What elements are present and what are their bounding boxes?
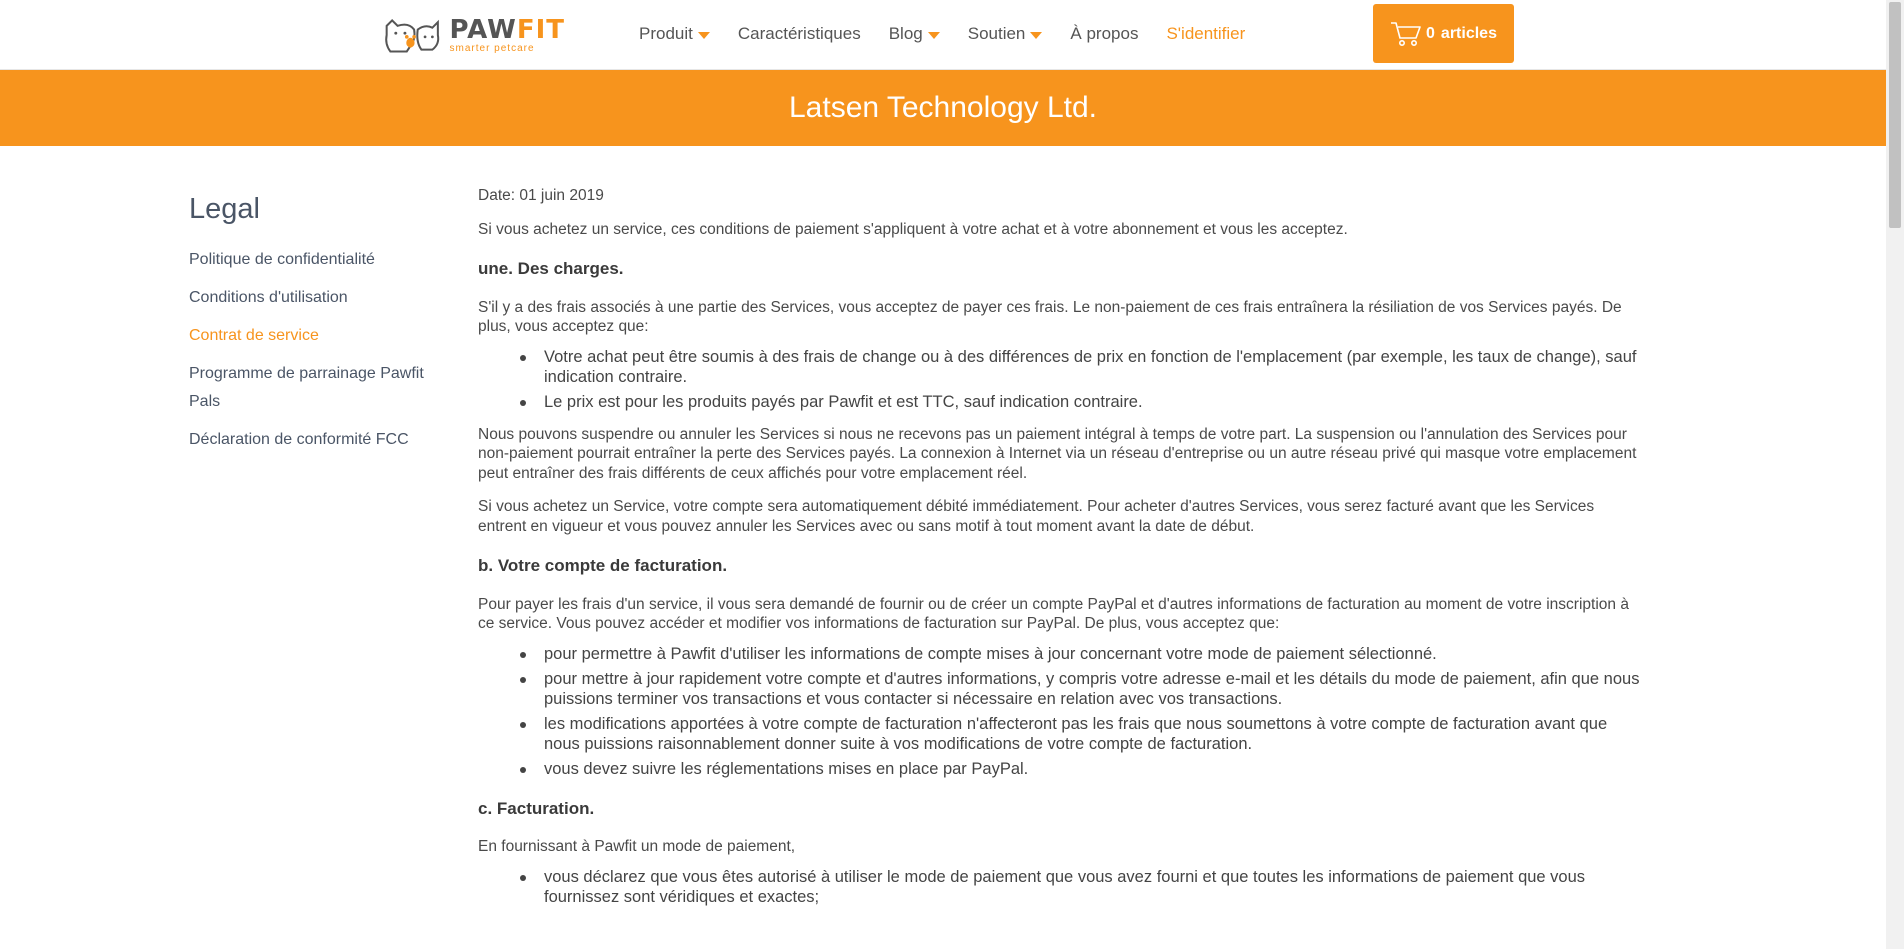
document-date: Date: 01 juin 2019	[478, 187, 604, 204]
bullet-list: Votre achat peut être soumis à des frais…	[478, 347, 1646, 412]
logo-tagline: smarter petcare	[449, 42, 535, 54]
list-item: vous devez suivre les réglementations mi…	[520, 759, 1646, 779]
list-item: pour permettre à Pawfit d'utiliser les i…	[520, 644, 1646, 664]
nav-produit[interactable]: Produit	[639, 24, 710, 44]
sidebar-title: Legal	[189, 193, 260, 225]
paragraph: Nous pouvons suspendre ou annuler les Se…	[478, 425, 1637, 482]
list-item: Votre achat peut être soumis à des frais…	[520, 347, 1646, 387]
cart-button[interactable]: 0 articles	[1373, 4, 1514, 63]
nav-a-propos[interactable]: À propos	[1070, 24, 1138, 44]
main-nav: Produit Caractéristiques Blog Soutien À …	[639, 0, 1273, 68]
chevron-down-icon	[927, 31, 940, 39]
nav-blog[interactable]: Blog	[889, 24, 940, 44]
sidebar-item-fcc[interactable]: Déclaration de conformité FCC	[189, 426, 429, 454]
pets-logo-icon	[385, 18, 440, 53]
list-item: Le prix est pour les produits payés par …	[520, 392, 1646, 412]
list-item: les modifications apportées à votre comp…	[520, 714, 1646, 754]
nav-sign-in[interactable]: S'identifier	[1166, 24, 1245, 44]
cart-label: articles	[1440, 24, 1497, 42]
list-item: pour mettre à jour rapidement votre comp…	[520, 669, 1646, 709]
nav-soutien[interactable]: Soutien	[968, 24, 1043, 44]
paragraph: Pour payer les frais d'un service, il vo…	[478, 595, 1629, 633]
nav-caracteristiques[interactable]: Caractéristiques	[738, 24, 861, 44]
pawfit-logo[interactable]: PAWFIT smarter petcare	[383, 14, 565, 56]
bullet-list: vous déclarez que vous êtes autorisé à u…	[478, 867, 1646, 907]
sidebar-item-terms[interactable]: Conditions d'utilisation	[189, 284, 429, 312]
section-heading-billing: c. Facturation.	[478, 798, 595, 818]
sidebar-item-service-agreement[interactable]: Contrat de service	[189, 322, 429, 350]
paragraph: S'il y a des frais associés à une partie…	[478, 298, 1622, 336]
paragraph: Si vous achetez un Service, votre compte…	[478, 498, 1595, 535]
section-heading-charges: une. Des charges.	[478, 259, 624, 278]
sidebar-item-privacy[interactable]: Politique de confidentialité	[189, 246, 429, 274]
chevron-down-icon	[1030, 31, 1043, 39]
sidebar-item-referral[interactable]: Programme de parrainage Pawfit Pals	[189, 360, 429, 416]
page-scrollbar[interactable]	[1886, 0, 1904, 949]
page-title: Latsen Technology Ltd.	[788, 91, 1097, 124]
scrollbar-thumb[interactable]	[1889, 2, 1901, 228]
legal-content: Date: 01 juin 2019 Si vous achetez un se…	[478, 186, 1646, 920]
cart-icon	[1391, 21, 1421, 46]
chevron-down-icon	[697, 31, 710, 39]
intro-paragraph: Si vous achetez un service, ces conditio…	[478, 220, 1348, 238]
cart-count: 0	[1426, 24, 1435, 42]
site-header: PAWFIT smarter petcare Produit Caractéri…	[0, 0, 1886, 70]
bullet-list: pour permettre à Pawfit d'utiliser les i…	[478, 644, 1646, 779]
section-heading-billing-account: b. Votre compte de facturation.	[478, 556, 728, 575]
list-item: vous déclarez que vous êtes autorisé à u…	[520, 867, 1646, 907]
legal-sidebar: Legal Politique de confidentialité Condi…	[189, 193, 429, 464]
paragraph: En fournissant à Pawfit un mode de paiem…	[478, 838, 796, 855]
logo-wordmark: PAWFIT	[449, 14, 565, 45]
page-banner: Latsen Technology Ltd.	[0, 70, 1886, 146]
